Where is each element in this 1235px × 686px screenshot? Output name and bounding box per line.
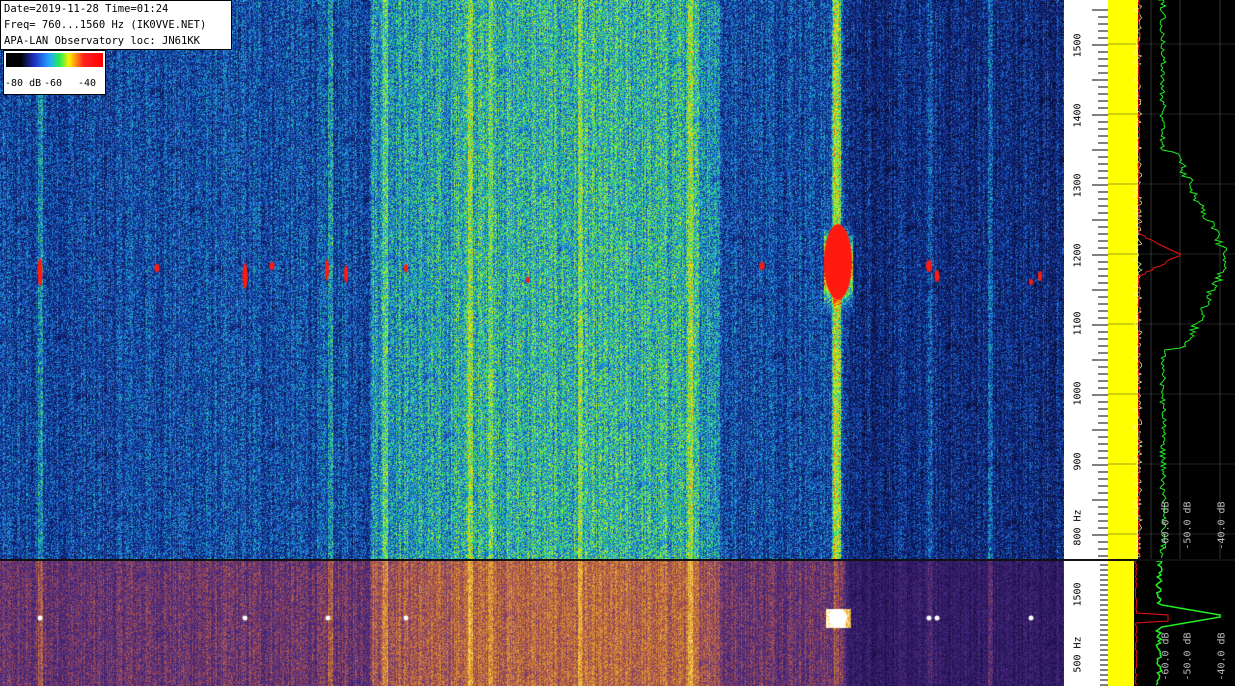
tick-1300: 1300 [1072,173,1084,198]
tick-1500: 1500 [1072,33,1084,58]
bottom-frequency-axis: 1500 500 Hz [1064,561,1108,686]
bottom-db-label-50: -50.0 dB [1182,632,1194,681]
bottom-spectrum-panel: -60.0 dB -50.0 dB -40.0 dB [1108,561,1235,686]
db-label-60: -60.0 dB [1160,501,1172,550]
legend-label-mid: -60 [44,78,63,89]
long-term-waterfall [0,561,1064,686]
frequency-axis: 1500 1400 1300 1200 1100 1000 900 800 Hz [1064,0,1108,559]
bottom-db-label-60: -60.0 dB [1160,632,1172,681]
tick-1400: 1400 [1072,103,1084,128]
spectrogram-waterfall [0,0,1064,559]
bottom-tick-1500: 1500 [1072,582,1084,607]
db-label-50: -50.0 dB [1182,501,1194,550]
bottom-db-label-40: -40.0 dB [1216,632,1228,681]
tick-1100: 1100 [1072,311,1084,336]
bottom-tick-500: 500 Hz [1072,636,1084,673]
color-gradient-bar [6,53,103,67]
tick-900: 900 [1072,452,1084,471]
spectrum-panel: -60.0 dB -50.0 dB -40.0 dB [1108,0,1235,559]
observatory-text: APA-LAN Observatory loc: JN61KK [4,35,200,47]
tick-1200: 1200 [1072,243,1084,268]
color-scale-legend: -80 dB -60 -40 [3,50,106,95]
legend-label-min: -80 dB [5,78,42,89]
db-label-40: -40.0 dB [1216,501,1228,550]
info-box: Date=2019-11-28 Time=01:24 Freq= 760...1… [0,0,232,50]
legend-label-max: -40 [78,78,97,89]
date-time-text: Date=2019-11-28 Time=01:24 [4,3,169,15]
tick-800: 800 Hz [1072,509,1084,546]
frequency-range-text: Freq= 760...1560 Hz (IK0VVE.NET) [4,19,207,31]
tick-1000: 1000 [1072,381,1084,406]
